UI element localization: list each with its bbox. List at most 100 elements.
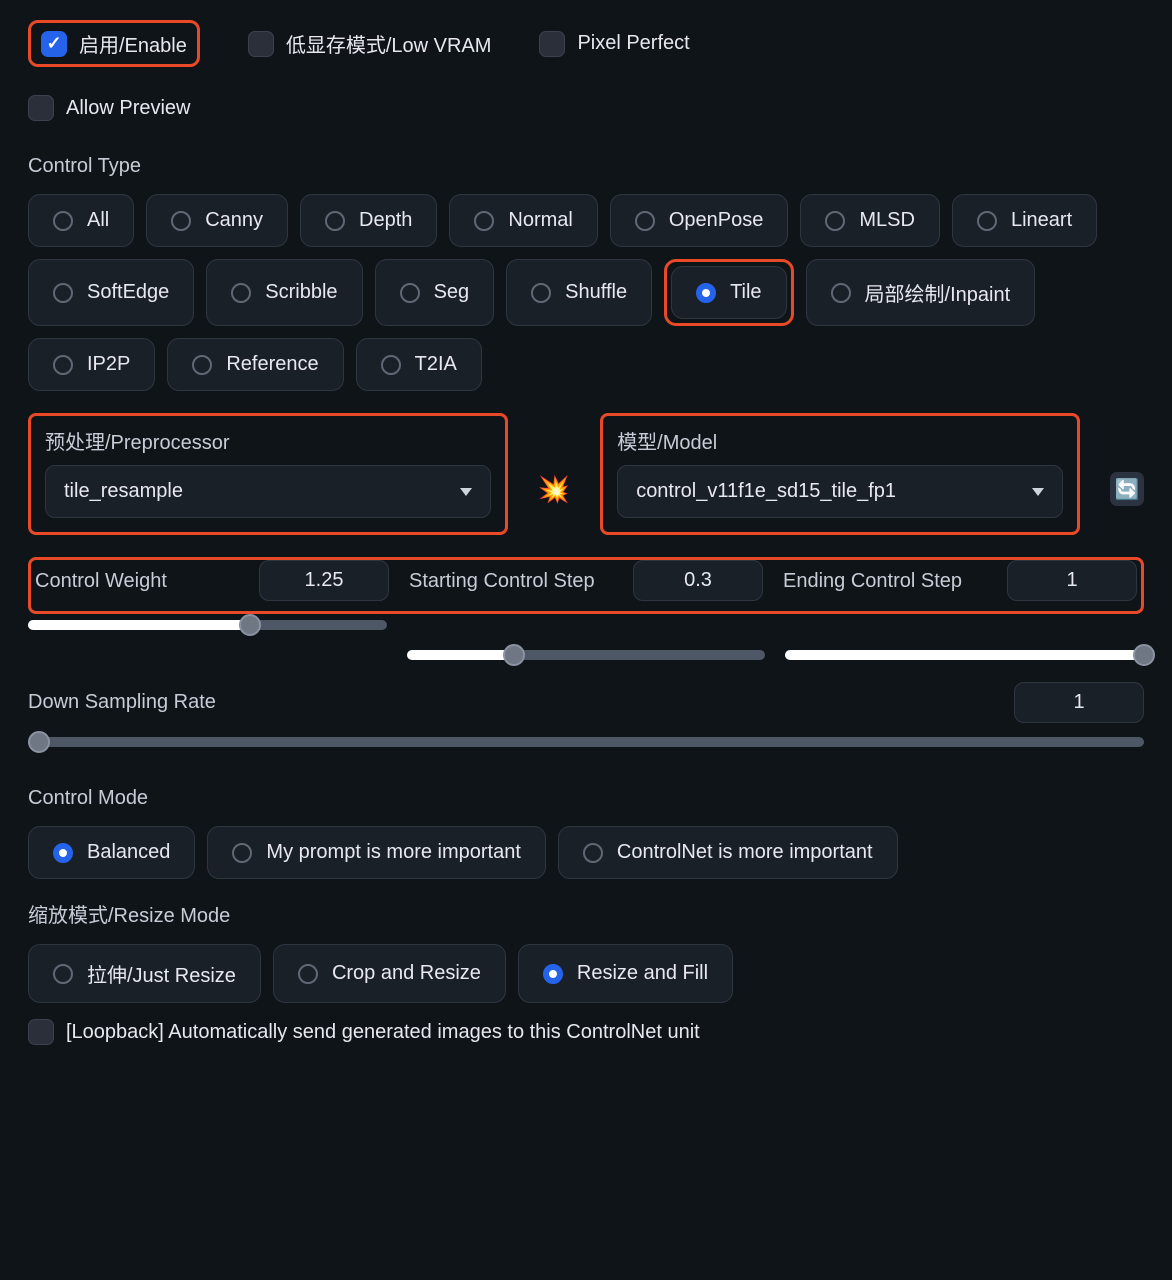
down-sampling-value[interactable]: 1 (1014, 682, 1144, 723)
radio-softedge[interactable]: SoftEdge (28, 259, 194, 326)
pixel-perfect-checkbox[interactable]: Pixel Perfect (539, 31, 689, 57)
chevron-down-icon (1032, 488, 1044, 496)
control-mode-label: Control Mode (28, 787, 1144, 810)
radio-all[interactable]: All (28, 194, 134, 247)
radio-canny[interactable]: Canny (146, 194, 288, 247)
radio-dot-icon (171, 211, 191, 231)
radio-label: 拉伸/Just Resize (87, 959, 236, 988)
radio-dot-icon (231, 283, 251, 303)
radio-dot-icon (583, 843, 603, 863)
control-type-group: All Canny Depth Normal OpenPose MLSD Lineart So… (28, 194, 1144, 391)
radio-crop-and-resize[interactable]: Crop and Resize (273, 944, 506, 1003)
end-step-label: Ending Control Step (783, 569, 962, 593)
preprocessor-select[interactable]: tile_resample (45, 465, 491, 518)
down-sampling-label: Down Sampling Rate (28, 691, 216, 714)
radio-label: All (87, 209, 109, 232)
radio-label: Crop and Resize (332, 962, 481, 985)
loopback-label: [Loopback] Automatically send generated … (66, 1021, 700, 1044)
radio-dot-icon (635, 211, 655, 231)
radio-label: Resize and Fill (577, 962, 708, 985)
radio-label: Depth (359, 209, 412, 232)
chevron-down-icon (460, 488, 472, 496)
radio-ip2p[interactable]: IP2P (28, 338, 155, 391)
control-weight-slider[interactable] (28, 620, 387, 630)
checkbox-icon (28, 1019, 54, 1045)
radio-label: MLSD (859, 209, 915, 232)
checkbox-icon (539, 31, 565, 57)
loopback-checkbox[interactable]: [Loopback] Automatically send generated … (28, 1019, 700, 1045)
radio-dot-icon (825, 211, 845, 231)
refresh-button[interactable]: 🔄 (1110, 472, 1144, 506)
radio-shuffle[interactable]: Shuffle (506, 259, 652, 326)
low-vram-checkbox[interactable]: 低显存模式/Low VRAM (248, 29, 492, 58)
radio-dot-icon (53, 964, 73, 984)
enable-label: 启用/Enable (79, 29, 187, 58)
radio-label: My prompt is more important (266, 841, 521, 864)
refresh-icon: 🔄 (1115, 477, 1140, 502)
radio-mlsd[interactable]: MLSD (800, 194, 940, 247)
radio-lineart[interactable]: Lineart (952, 194, 1097, 247)
radio-label: T2IA (415, 353, 457, 376)
pixel-perfect-label: Pixel Perfect (577, 32, 689, 55)
preprocessor-value: tile_resample (64, 480, 183, 503)
radio-dot-icon (474, 211, 494, 231)
radio-dot-icon (192, 355, 212, 375)
low-vram-label: 低显存模式/Low VRAM (286, 29, 492, 58)
radio-resize-and-fill[interactable]: Resize and Fill (518, 944, 733, 1003)
radio-label: ControlNet is more important (617, 841, 873, 864)
radio-balanced[interactable]: Balanced (28, 826, 195, 879)
radio-depth[interactable]: Depth (300, 194, 437, 247)
model-select[interactable]: control_v11f1e_sd15_tile_fp1 (617, 465, 1063, 518)
radio-dot-icon (53, 211, 73, 231)
radio-label: Shuffle (565, 281, 627, 304)
radio-label: Balanced (87, 841, 170, 864)
end-step-slider[interactable] (785, 650, 1144, 660)
radio-dot-icon (400, 283, 420, 303)
radio-label: SoftEdge (87, 281, 169, 304)
control-weight-value[interactable]: 1.25 (259, 560, 389, 601)
start-step-slider[interactable] (407, 650, 766, 660)
radio-dot-icon (53, 843, 73, 863)
radio-label: Normal (508, 209, 572, 232)
radio-dot-icon (53, 283, 73, 303)
radio-dot-icon (381, 355, 401, 375)
start-step-value[interactable]: 0.3 (633, 560, 763, 601)
allow-preview-label: Allow Preview (66, 97, 190, 120)
radio-my-prompt-is-more-important[interactable]: My prompt is more important (207, 826, 546, 879)
radio--inpaint[interactable]: 局部绘制/Inpaint (806, 259, 1036, 326)
radio-dot-icon (831, 283, 851, 303)
radio-openpose[interactable]: OpenPose (610, 194, 789, 247)
allow-preview-checkbox[interactable]: Allow Preview (28, 95, 190, 121)
down-sampling-slider[interactable] (28, 737, 1144, 747)
radio-label: Reference (226, 353, 318, 376)
radio-reference[interactable]: Reference (167, 338, 343, 391)
spark-icon[interactable]: 💥 (538, 474, 570, 505)
radio-tile[interactable]: Tile (671, 266, 786, 319)
radio-label: OpenPose (669, 209, 764, 232)
radio-t2ia[interactable]: T2IA (356, 338, 482, 391)
radio-dot-icon (53, 355, 73, 375)
radio-dot-icon (977, 211, 997, 231)
enable-checkbox[interactable]: 启用/Enable (41, 29, 187, 58)
checkbox-icon (28, 95, 54, 121)
radio-dot-icon (325, 211, 345, 231)
radio-label: Scribble (265, 281, 337, 304)
radio-label: 局部绘制/Inpaint (865, 278, 1011, 307)
resize-mode-group: 拉伸/Just Resize Crop and Resize Resize and … (28, 944, 1144, 1003)
radio-scribble[interactable]: Scribble (206, 259, 362, 326)
radio-controlnet-is-more-important[interactable]: ControlNet is more important (558, 826, 898, 879)
radio-label: Seg (434, 281, 470, 304)
radio-normal[interactable]: Normal (449, 194, 597, 247)
radio-seg[interactable]: Seg (375, 259, 495, 326)
resize-mode-label: 缩放模式/Resize Mode (28, 899, 1144, 928)
checkbox-icon (248, 31, 274, 57)
end-step-value[interactable]: 1 (1007, 560, 1137, 601)
radio--just-resize[interactable]: 拉伸/Just Resize (28, 944, 261, 1003)
radio-label: Canny (205, 209, 263, 232)
control-weight-label: Control Weight (35, 569, 167, 593)
start-step-label: Starting Control Step (409, 569, 595, 593)
model-value: control_v11f1e_sd15_tile_fp1 (636, 480, 896, 503)
radio-dot-icon (696, 283, 716, 303)
radio-dot-icon (543, 964, 563, 984)
radio-label: IP2P (87, 353, 130, 376)
